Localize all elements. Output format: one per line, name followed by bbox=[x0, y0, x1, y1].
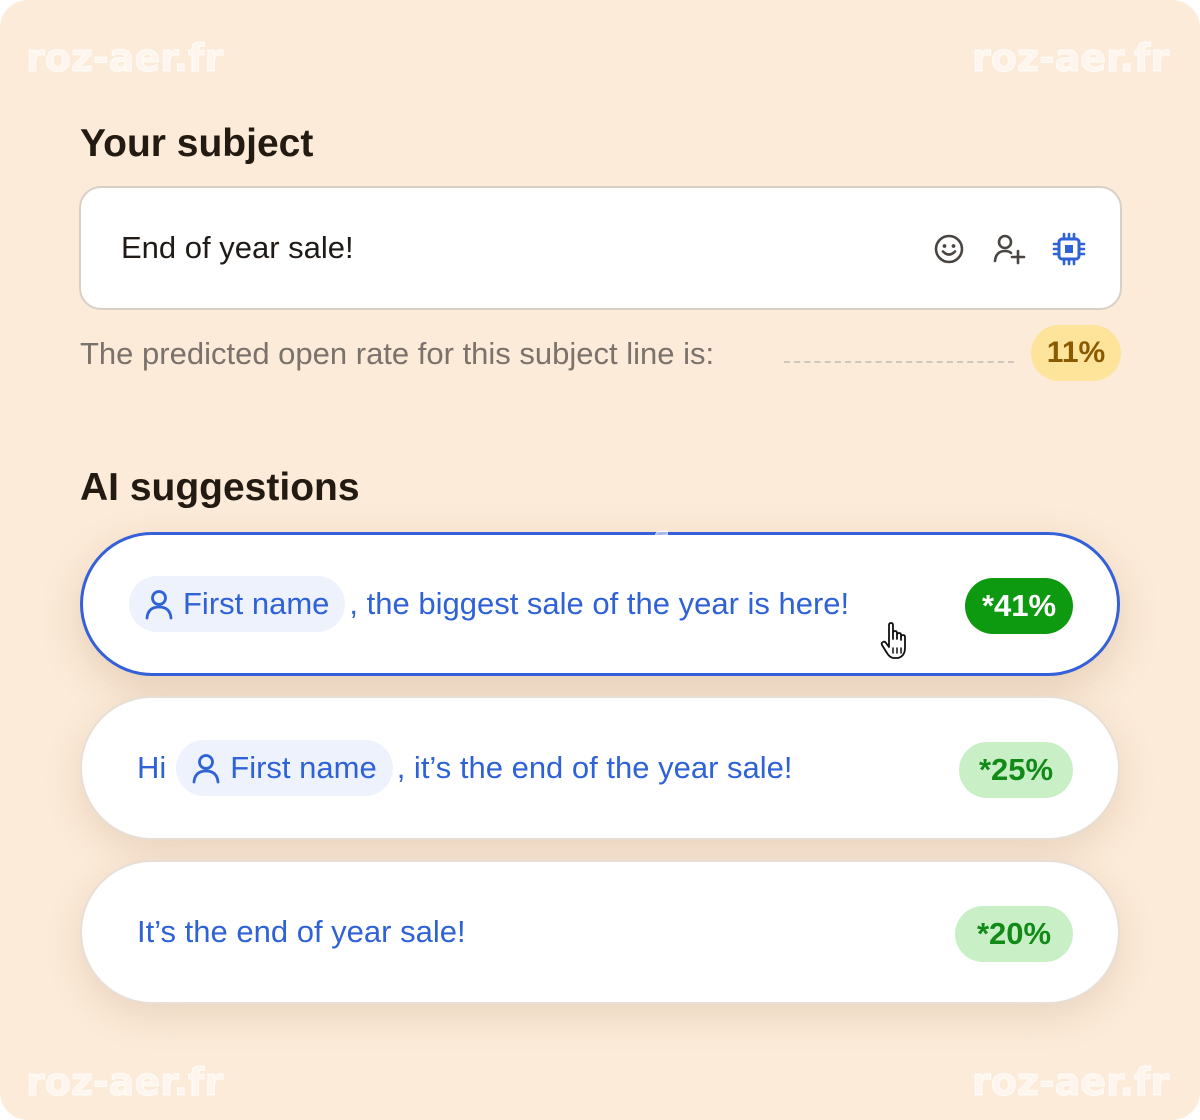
emoji-icon[interactable] bbox=[931, 231, 967, 267]
first-name-token: First name bbox=[176, 740, 393, 796]
suggestion-item-1[interactable]: First name , the biggest sale of the yea… bbox=[80, 532, 1120, 676]
watermark: roz-aer.fr bbox=[25, 36, 224, 81]
suggestion-text: , the biggest sale of the year is here! bbox=[349, 586, 850, 621]
suggestion-rate-badge: *25% bbox=[959, 742, 1073, 798]
subject-input-value: End of year sale! bbox=[121, 230, 354, 265]
first-name-token-label: First name bbox=[183, 586, 330, 621]
first-name-token: First name bbox=[129, 576, 346, 632]
subject-section-title: Your subject bbox=[80, 122, 314, 165]
watermark: roz-aer.fr bbox=[971, 36, 1170, 81]
predicted-rate-label: The predicted open rate for this subject… bbox=[80, 336, 715, 371]
first-name-token-label: First name bbox=[230, 750, 377, 785]
dotted-leader bbox=[784, 361, 1014, 363]
hand-pointer-icon bbox=[880, 622, 906, 659]
ai-chip-icon[interactable] bbox=[1051, 231, 1087, 267]
watermark: roz-aer.fr bbox=[25, 1060, 224, 1105]
watermark: roz-aer.fr bbox=[971, 1060, 1170, 1105]
suggestion-text: It’s the end of year sale! bbox=[137, 914, 466, 949]
suggestion-prefix: Hi bbox=[137, 750, 167, 785]
suggestions-section-title: AI suggestions bbox=[80, 466, 360, 509]
suggestion-rate-badge: *20% bbox=[955, 906, 1073, 962]
suggestion-rate-badge: *41% bbox=[965, 578, 1073, 634]
subject-input[interactable]: End of year sale! bbox=[79, 186, 1122, 310]
person-icon bbox=[192, 754, 220, 784]
add-person-icon[interactable] bbox=[991, 231, 1027, 267]
suggestion-item-3[interactable]: It’s the end of year sale! *20% bbox=[80, 860, 1120, 1004]
person-icon bbox=[145, 590, 173, 620]
predicted-rate-badge: 11% bbox=[1031, 325, 1121, 381]
suggestion-item-2[interactable]: Hi First name , it’s the end of the year… bbox=[80, 696, 1120, 840]
suggestion-text: , it’s the end of the year sale! bbox=[396, 750, 793, 785]
subject-line-card: roz-aer.fr roz-aer.fr roz-aer.fr roz-aer… bbox=[0, 0, 1200, 1120]
